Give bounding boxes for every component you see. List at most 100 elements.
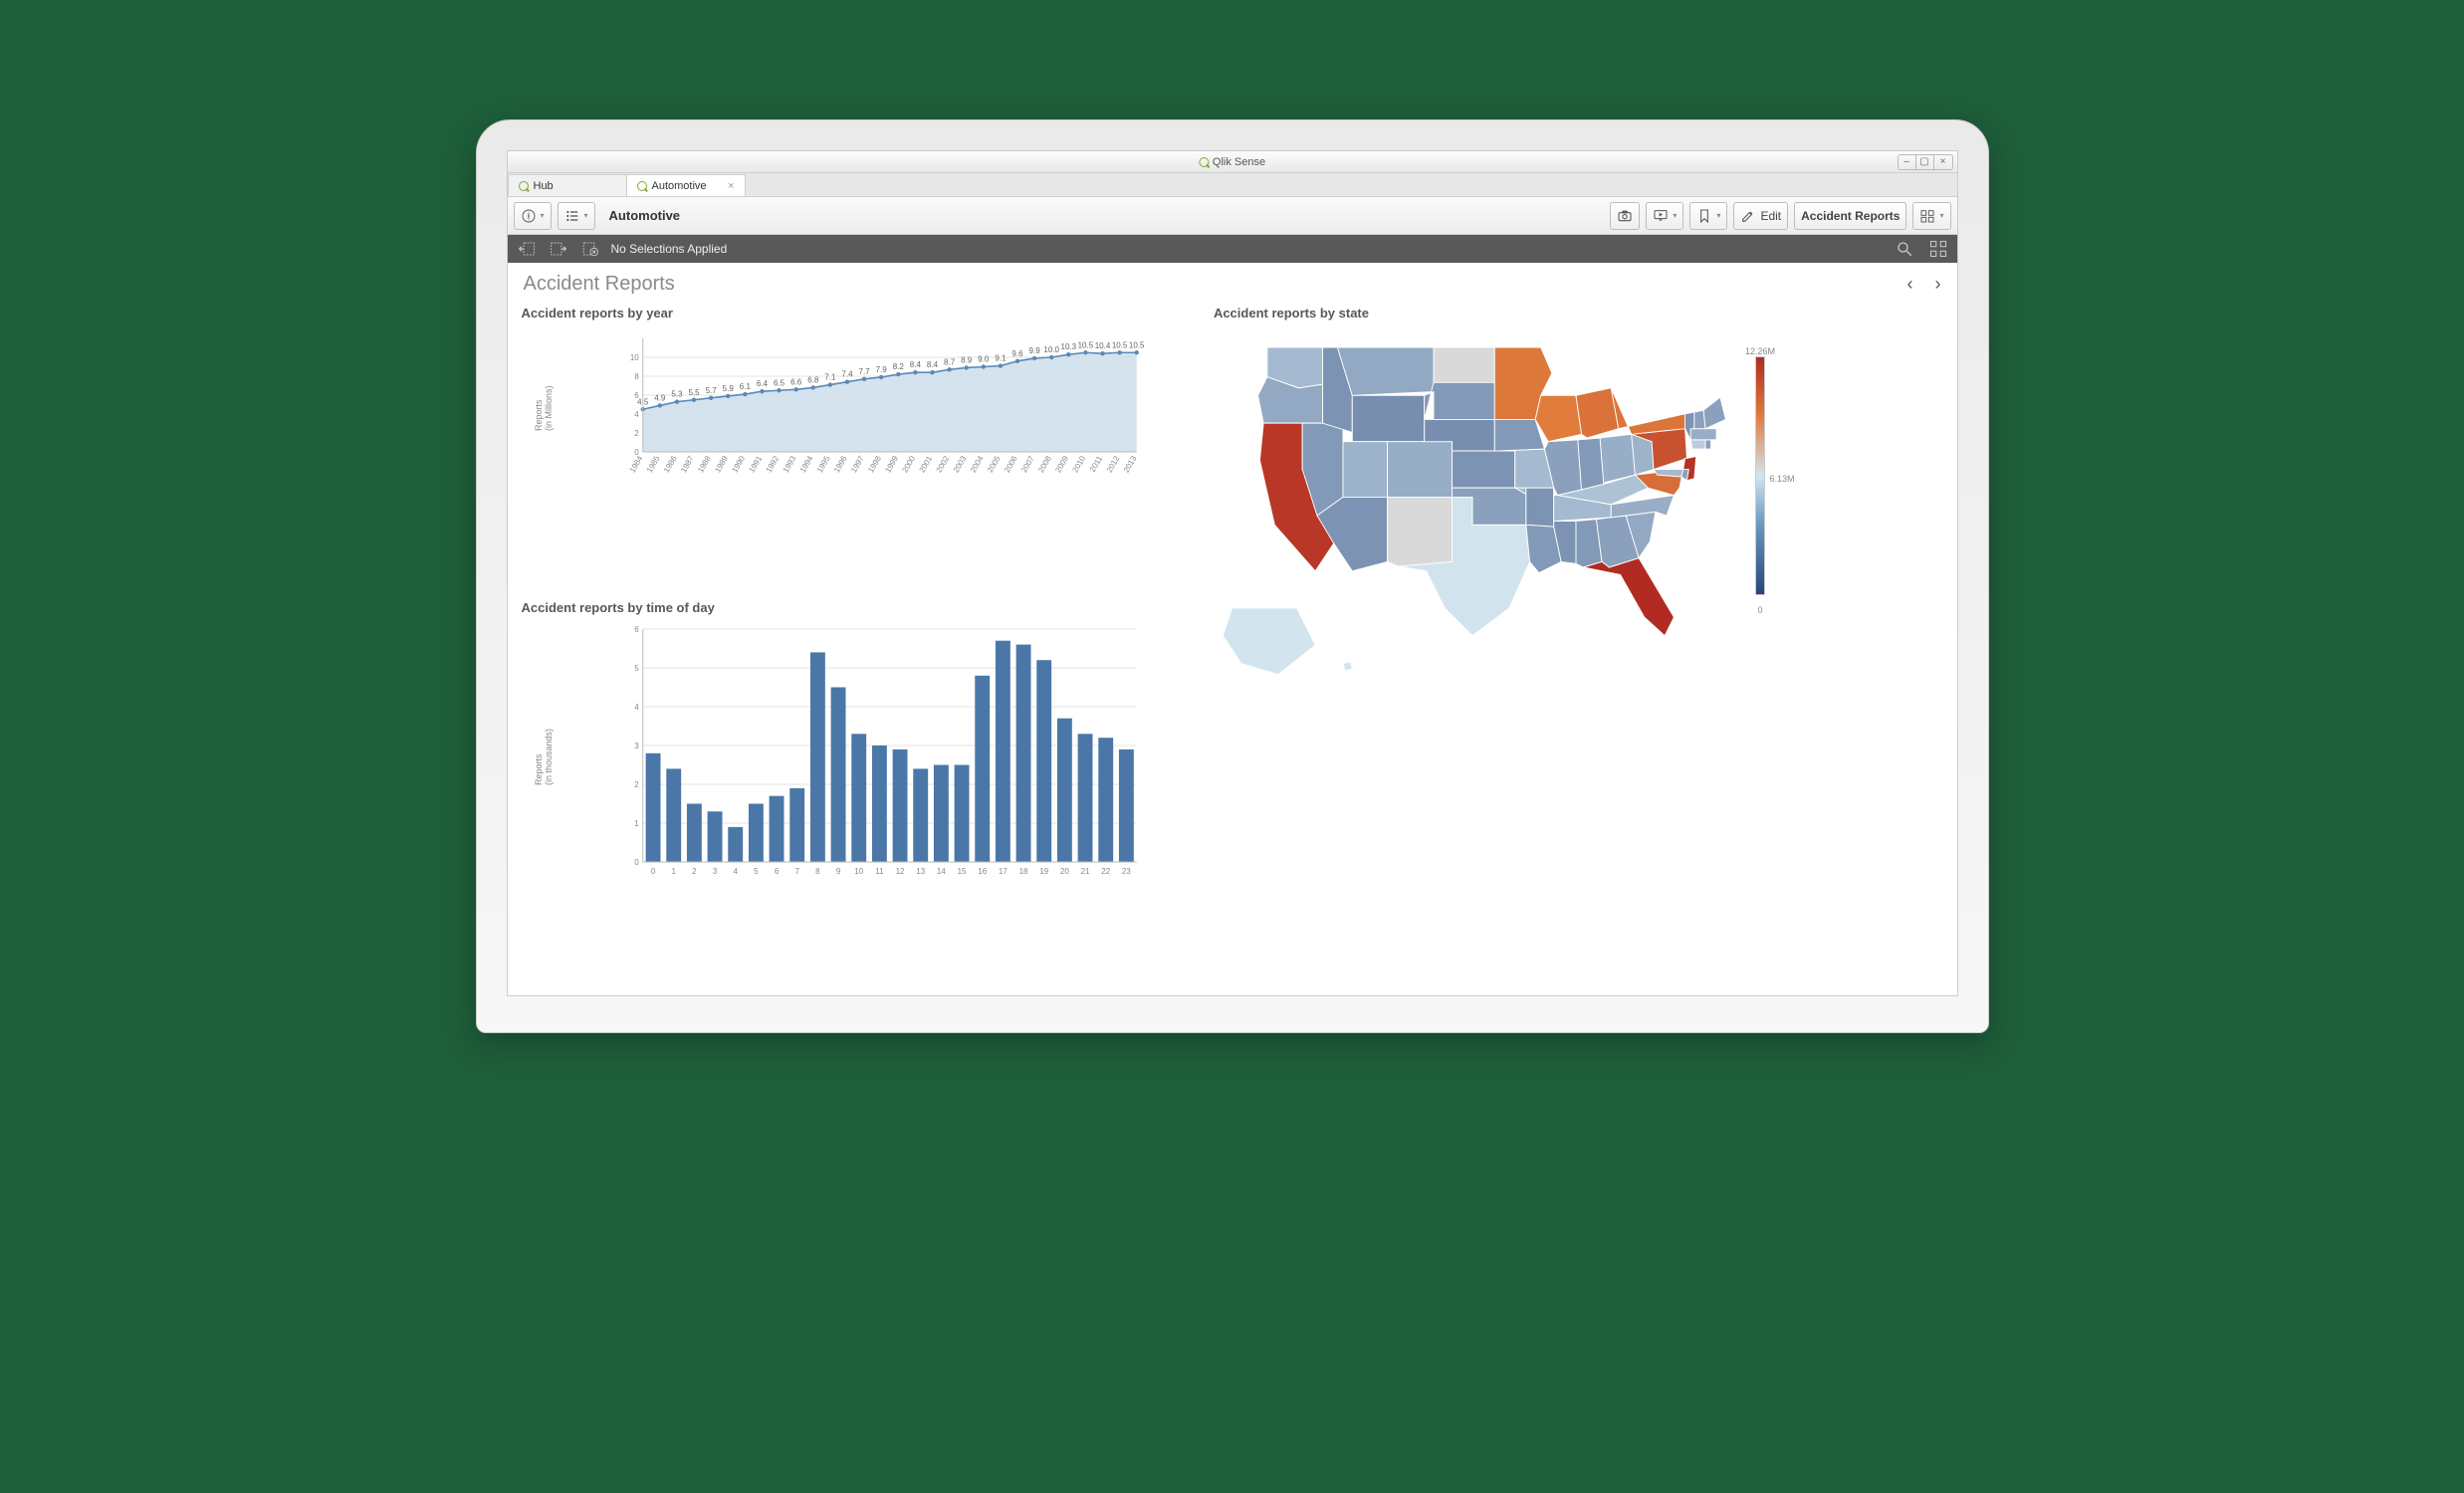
svg-text:10: 10 bbox=[854, 867, 863, 876]
global-menu-button[interactable]: ▾ bbox=[514, 202, 552, 230]
state-KS[interactable] bbox=[1453, 451, 1515, 488]
selections-tool-icon bbox=[1929, 240, 1947, 258]
svg-text:1985: 1985 bbox=[644, 454, 661, 474]
state-CO[interactable] bbox=[1388, 442, 1453, 498]
selections-status-text: No Selections Applied bbox=[611, 242, 728, 256]
sheets-button[interactable]: ▾ bbox=[1912, 202, 1950, 230]
legend-gradient bbox=[1755, 356, 1765, 595]
qlik-icon bbox=[637, 181, 647, 191]
state-ND[interactable] bbox=[1434, 347, 1494, 382]
svg-text:2004: 2004 bbox=[968, 454, 985, 474]
chart-reports-by-time-of-day[interactable]: Accident reports by time of day Reports … bbox=[522, 600, 1204, 986]
bookmarks-button[interactable]: ▾ bbox=[1689, 202, 1727, 230]
tab-automotive[interactable]: Automotive × bbox=[626, 174, 746, 196]
svg-text:0: 0 bbox=[650, 867, 655, 876]
chart-reports-by-state[interactable]: Accident reports by state 12.26M 6.13M 0 bbox=[1214, 306, 1953, 985]
clear-selections-button[interactable] bbox=[579, 239, 601, 259]
close-icon[interactable]: × bbox=[728, 180, 734, 192]
state-CT[interactable] bbox=[1690, 440, 1705, 449]
state-HI[interactable] bbox=[1343, 662, 1352, 671]
state-MA[interactable] bbox=[1690, 429, 1716, 440]
qlik-icon bbox=[519, 181, 529, 191]
chart-reports-by-year[interactable]: Accident reports by year Reports (in Mil… bbox=[522, 306, 1204, 592]
state-FL[interactable] bbox=[1583, 558, 1674, 636]
chart-title: Accident reports by state bbox=[1214, 306, 1953, 320]
legend-min: 0 bbox=[1757, 605, 1762, 615]
minimize-button[interactable]: – bbox=[1899, 155, 1916, 169]
present-button[interactable]: ▾ bbox=[1646, 202, 1683, 230]
state-UT[interactable] bbox=[1343, 442, 1388, 498]
svg-text:8.4: 8.4 bbox=[909, 360, 921, 369]
tab-label: Hub bbox=[534, 180, 554, 192]
step-forward-button[interactable] bbox=[548, 239, 569, 259]
state-IA[interactable] bbox=[1494, 419, 1544, 451]
navigation-button[interactable]: ▾ bbox=[558, 202, 595, 230]
svg-text:2002: 2002 bbox=[934, 454, 951, 474]
state-WY[interactable] bbox=[1352, 395, 1424, 441]
state-AK[interactable] bbox=[1223, 608, 1315, 675]
state-RI[interactable] bbox=[1705, 440, 1711, 449]
edit-button[interactable]: Edit bbox=[1733, 202, 1788, 230]
state-MT[interactable] bbox=[1337, 347, 1434, 395]
svg-text:1991: 1991 bbox=[747, 454, 764, 474]
state-NM[interactable] bbox=[1388, 497, 1453, 566]
bookmark-icon bbox=[1696, 208, 1712, 224]
svg-text:5: 5 bbox=[754, 867, 759, 876]
state-WI[interactable] bbox=[1535, 395, 1581, 441]
svg-text:1997: 1997 bbox=[849, 454, 866, 474]
close-button[interactable]: × bbox=[1934, 155, 1952, 169]
state-SD[interactable] bbox=[1425, 382, 1495, 419]
svg-text:10.5: 10.5 bbox=[1111, 340, 1127, 349]
sheet-header: Accident Reports ‹ › bbox=[508, 263, 1957, 302]
state-IN[interactable] bbox=[1578, 438, 1604, 490]
pencil-icon bbox=[1740, 208, 1756, 224]
svg-text:8.2: 8.2 bbox=[892, 362, 904, 371]
y-axis-label: Reports (in thousands) bbox=[534, 728, 554, 784]
state-ME[interactable] bbox=[1703, 397, 1725, 429]
prev-sheet-button[interactable]: ‹ bbox=[1907, 274, 1913, 295]
edit-label: Edit bbox=[1760, 209, 1781, 223]
search-button[interactable] bbox=[1894, 239, 1915, 259]
svg-text:22: 22 bbox=[1101, 867, 1110, 876]
toolbar: ▾ ▾ Automotive ▾ ▾ bbox=[508, 197, 1957, 235]
svg-text:1993: 1993 bbox=[781, 454, 797, 474]
sheet-name-button[interactable]: Accident Reports bbox=[1794, 202, 1906, 230]
svg-text:2005: 2005 bbox=[985, 454, 1002, 474]
svg-text:19: 19 bbox=[1039, 867, 1048, 876]
svg-text:6.1: 6.1 bbox=[739, 382, 751, 391]
svg-text:15: 15 bbox=[957, 867, 966, 876]
maximize-button[interactable]: ▢ bbox=[1916, 155, 1934, 169]
svg-text:6.8: 6.8 bbox=[807, 375, 819, 384]
tab-hub[interactable]: Hub bbox=[508, 174, 627, 196]
svg-text:6: 6 bbox=[774, 867, 779, 876]
chart-title: Accident reports by year bbox=[522, 306, 1204, 320]
svg-text:2008: 2008 bbox=[1036, 454, 1053, 474]
svg-text:1989: 1989 bbox=[713, 454, 730, 474]
selections-tool-button[interactable] bbox=[1927, 239, 1949, 259]
svg-text:3: 3 bbox=[712, 867, 717, 876]
svg-text:5.3: 5.3 bbox=[671, 390, 683, 399]
svg-text:1999: 1999 bbox=[883, 454, 900, 474]
next-sheet-button[interactable]: › bbox=[1935, 274, 1941, 295]
svg-text:10.3: 10.3 bbox=[1060, 342, 1076, 351]
svg-text:6.6: 6.6 bbox=[790, 377, 802, 386]
svg-text:9.1: 9.1 bbox=[995, 354, 1007, 363]
compass-icon bbox=[521, 208, 537, 224]
selections-bar: No Selections Applied bbox=[508, 235, 1957, 263]
laptop-frame: Qlik Sense – ▢ × Hub Automotive × bbox=[476, 119, 1989, 1033]
svg-text:10: 10 bbox=[629, 353, 638, 362]
svg-text:1984: 1984 bbox=[627, 454, 644, 474]
svg-text:0: 0 bbox=[634, 858, 639, 867]
svg-text:4: 4 bbox=[733, 867, 738, 876]
step-back-button[interactable] bbox=[516, 239, 538, 259]
tab-label: Automotive bbox=[652, 180, 707, 192]
svg-text:2000: 2000 bbox=[900, 454, 917, 474]
svg-text:8.9: 8.9 bbox=[961, 355, 973, 364]
snapshot-button[interactable] bbox=[1610, 202, 1640, 230]
window-title: Qlik Sense bbox=[1199, 156, 1265, 168]
window-titlebar: Qlik Sense – ▢ × bbox=[508, 151, 1957, 173]
svg-text:12: 12 bbox=[895, 867, 904, 876]
svg-text:1995: 1995 bbox=[814, 454, 831, 474]
svg-text:2001: 2001 bbox=[917, 454, 934, 474]
screen-bezel: Qlik Sense – ▢ × Hub Automotive × bbox=[476, 119, 1989, 1033]
